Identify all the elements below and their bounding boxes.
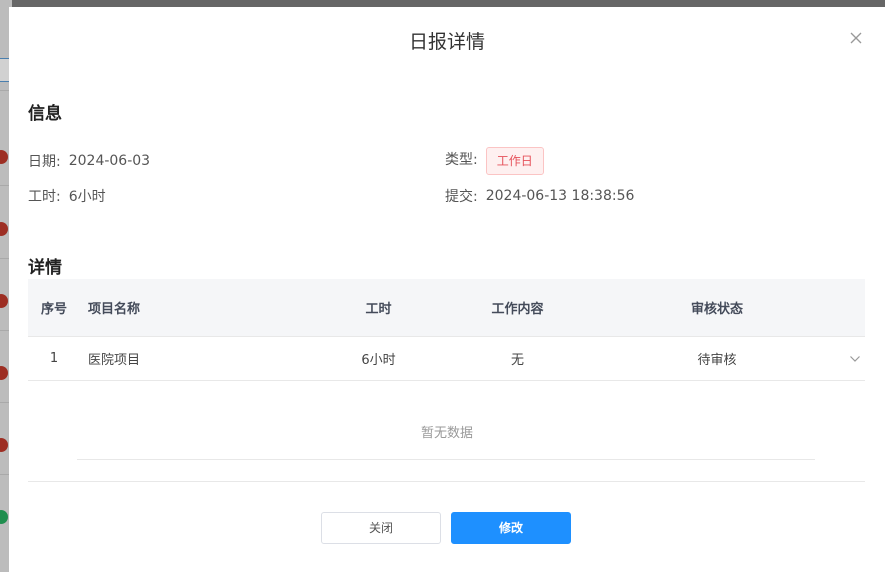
close-button[interactable]: 关闭 xyxy=(321,512,441,544)
submit-label: 提交: xyxy=(445,189,478,205)
table-row[interactable]: 1 医院项目 6小时 无 待审核 xyxy=(28,336,865,381)
column-header-status: 审核状态 xyxy=(690,302,743,317)
column-header-hours: 工时 xyxy=(365,302,392,317)
dialog-title: 日报详情 xyxy=(408,31,485,53)
type-row: 类型: 工作日 xyxy=(445,147,544,175)
column-header-index: 序号 xyxy=(40,302,67,317)
chevron-down-icon[interactable] xyxy=(845,355,865,363)
hours-label: 工时: xyxy=(28,189,61,205)
hours-row: 工时: 6小时 xyxy=(28,186,106,206)
submit-value: 2024-06-13 18:38:56 xyxy=(485,188,635,204)
type-tag: 工作日 xyxy=(485,147,544,175)
column-header-project: 项目名称 xyxy=(88,302,141,317)
submit-row: 提交: 2024-06-13 18:38:56 xyxy=(445,186,634,206)
cell-project: 医院项目 xyxy=(88,353,141,368)
date-label: 日期: xyxy=(28,154,61,170)
empty-placeholder: 暂无数据 xyxy=(420,426,473,441)
details-table: 序号 项目名称 工时 工作内容 审核状态 1 医院项目 6小时 无 待审核 xyxy=(28,279,865,381)
cell-content: 无 xyxy=(510,353,524,368)
hours-value: 6小时 xyxy=(68,189,106,205)
type-label: 类型: xyxy=(445,152,478,168)
edit-button[interactable]: 修改 xyxy=(451,512,571,544)
cell-index: 1 xyxy=(49,351,59,366)
empty-divider xyxy=(77,459,815,460)
footer-divider xyxy=(28,481,865,482)
cell-status: 待审核 xyxy=(697,353,737,368)
date-row: 日期: 2024-06-03 xyxy=(28,151,150,171)
cell-hours: 6小时 xyxy=(361,353,396,368)
info-section-title: 信息 xyxy=(28,104,62,124)
details-section-title: 详情 xyxy=(28,258,62,278)
daily-report-dialog: 日报详情 信息 日期: 2024-06-03 类型: 工作日 工时: 6小时 提… xyxy=(9,7,885,572)
column-header-content: 工作内容 xyxy=(491,302,544,317)
close-icon[interactable] xyxy=(849,31,863,45)
table-header: 序号 项目名称 工时 工作内容 审核状态 xyxy=(28,279,865,336)
date-value: 2024-06-03 xyxy=(68,153,151,169)
